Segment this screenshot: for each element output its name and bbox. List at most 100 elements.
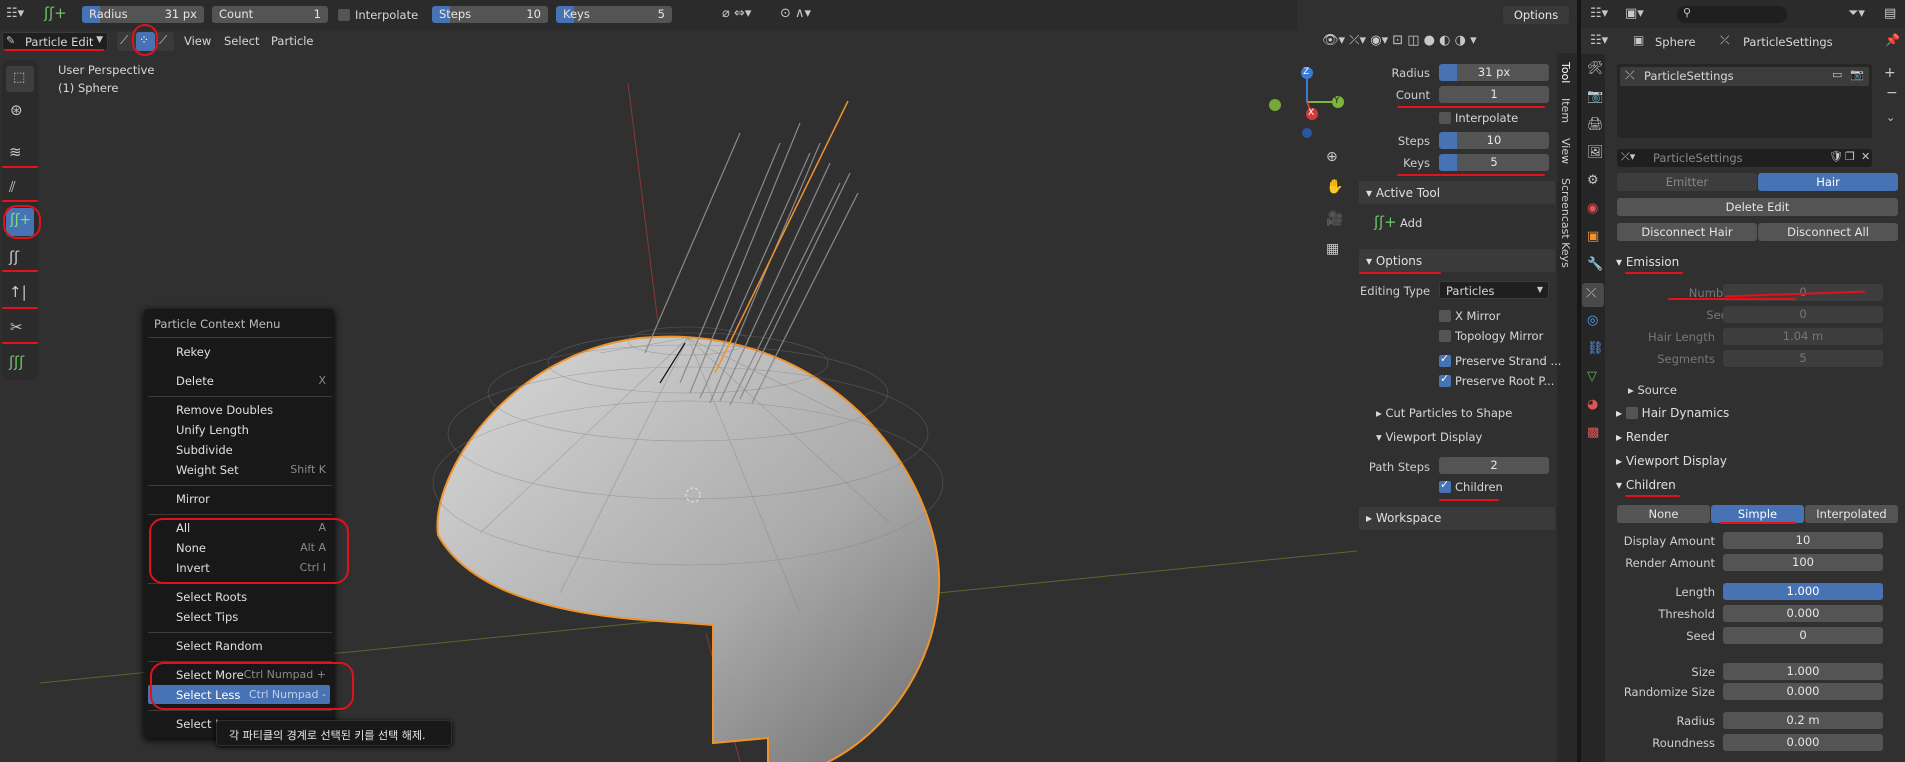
viewport-display-panel-header[interactable]: ▸ Viewport Display bbox=[1616, 454, 1727, 468]
camera-icon[interactable]: 🎥 bbox=[1326, 212, 1343, 226]
new-collection-icon[interactable]: ▤ bbox=[1884, 7, 1896, 20]
camera-icon[interactable]: 📷 bbox=[1850, 69, 1864, 80]
menu-item-select-roots[interactable]: Select Roots bbox=[176, 590, 326, 604]
radius-field[interactable]: 0.2 m bbox=[1723, 712, 1883, 729]
size-field[interactable]: 1.000 bbox=[1723, 663, 1883, 680]
render-panel-header[interactable]: ▸ Render bbox=[1616, 430, 1669, 444]
seed-field[interactable]: 0 bbox=[1723, 306, 1883, 323]
menu-select[interactable]: Select bbox=[224, 34, 259, 48]
child-mode-interpolated[interactable]: Interpolated bbox=[1805, 505, 1898, 523]
menu-item-weight-set[interactable]: Weight Set Shift K bbox=[176, 463, 326, 477]
pin-icon[interactable]: 📌 bbox=[1885, 34, 1900, 46]
fake-user-icon[interactable]: 🛡 bbox=[1829, 151, 1843, 162]
hair-dynamics-panel-header[interactable]: ▸ Hair Dynamics bbox=[1616, 406, 1729, 420]
hand-pan-icon[interactable]: ✋ bbox=[1326, 180, 1343, 194]
object-tab-icon[interactable]: ▣ bbox=[1587, 230, 1599, 243]
cut-particles-subpanel[interactable]: ▸ Cut Particles to Shape bbox=[1376, 406, 1512, 420]
grid-view-icon[interactable]: ▦ bbox=[1326, 242, 1339, 256]
select-tool-button[interactable]: ⬚ bbox=[6, 66, 34, 92]
roundness-field[interactable]: 0.000 bbox=[1723, 734, 1883, 751]
disconnect-all-button[interactable]: Disconnect All bbox=[1758, 223, 1898, 241]
np-steps-field[interactable]: 10 bbox=[1439, 132, 1549, 149]
puff-tool-icon[interactable]: ↑| bbox=[9, 285, 27, 300]
disconnect-hair-button[interactable]: Disconnect Hair bbox=[1617, 223, 1757, 241]
length-tool-icon[interactable]: ʃʃ bbox=[9, 250, 19, 265]
np-interpolate-checkbox[interactable] bbox=[1439, 112, 1451, 124]
particle-system-list-item[interactable]: ⤫ ParticleSettings ▭ 📷 bbox=[1620, 67, 1869, 86]
np-radius-field[interactable]: 31 px bbox=[1439, 64, 1549, 81]
outliner-editor-type-icon[interactable]: ☷▾ bbox=[1590, 7, 1608, 20]
path-steps-field[interactable]: 2 bbox=[1439, 457, 1549, 474]
source-subpanel[interactable]: ▸ Source bbox=[1628, 383, 1677, 397]
emitter-button[interactable]: Emitter bbox=[1617, 173, 1757, 191]
x-mirror-checkbox[interactable] bbox=[1439, 310, 1451, 322]
render-amount-field[interactable]: 100 bbox=[1723, 554, 1883, 571]
settings-datablock[interactable]: ⤫▾ ParticleSettings 🛡 ❐ ✕ bbox=[1617, 149, 1872, 167]
remove-slot-icon[interactable]: − bbox=[1886, 86, 1898, 100]
filter-icon[interactable]: ⏷▾ bbox=[1848, 7, 1865, 20]
top-keys-field[interactable]: Keys 5 bbox=[556, 6, 672, 23]
menu-item-select-random[interactable]: Select Random bbox=[176, 639, 326, 653]
properties-editor-type-icon[interactable]: ☷▾ bbox=[1590, 34, 1608, 47]
proportional-icon[interactable]: ⊙ ∧▾ bbox=[780, 7, 811, 20]
add-slot-icon[interactable]: + bbox=[1884, 66, 1896, 80]
preserve-strand-checkbox[interactable] bbox=[1439, 352, 1451, 367]
hair-dynamics-checkbox[interactable] bbox=[1625, 407, 1638, 419]
particles-tab-active[interactable]: ⤫ bbox=[1582, 283, 1604, 307]
nav-gizmo[interactable]: Z Y X bbox=[1265, 65, 1345, 140]
menu-item-remove-doubles[interactable]: Remove Doubles bbox=[176, 403, 326, 417]
children-panel-header[interactable]: ▾ Children bbox=[1616, 478, 1676, 492]
seed2-field[interactable]: 0 bbox=[1723, 627, 1883, 644]
constraints-tab-icon[interactable]: ⛓ bbox=[1587, 342, 1604, 355]
smooth-tool-icon[interactable]: ⫽ bbox=[9, 180, 16, 195]
zoom-icon[interactable]: ⊕ bbox=[1326, 150, 1338, 164]
randomize-size-field[interactable]: 0.000 bbox=[1723, 683, 1883, 700]
physics-tab-icon[interactable]: ◎ bbox=[1587, 314, 1598, 327]
top-count-field[interactable]: Count 1 bbox=[212, 6, 328, 23]
cut-tool-icon[interactable]: ✂ bbox=[10, 320, 23, 335]
monitor-icon[interactable]: ▭ bbox=[1832, 69, 1842, 80]
emission-panel-header[interactable]: ▾ Emission bbox=[1616, 255, 1679, 269]
delete-edit-button[interactable]: Delete Edit bbox=[1617, 198, 1898, 216]
tool-tab-icon[interactable]: 🛠 bbox=[1587, 62, 1604, 75]
top-radius-field[interactable]: Radius 31 px bbox=[82, 6, 204, 23]
preserve-root-checkbox[interactable] bbox=[1439, 372, 1451, 387]
display-mode-icon[interactable]: ▣▾ bbox=[1625, 7, 1644, 20]
data-tab-icon[interactable]: ▽ bbox=[1587, 370, 1597, 383]
snap-icon[interactable]: ⌀ ⇔▾ bbox=[722, 7, 751, 20]
tab-view[interactable]: View bbox=[1559, 138, 1572, 164]
child-mode-none[interactable]: None bbox=[1617, 505, 1710, 523]
np-count-field[interactable]: 1 bbox=[1439, 86, 1549, 103]
output-tab-icon[interactable]: 🖨 bbox=[1587, 118, 1604, 131]
menu-item-mirror[interactable]: Mirror bbox=[176, 492, 326, 506]
topology-mirror-checkbox[interactable] bbox=[1439, 330, 1451, 342]
hair-button[interactable]: Hair bbox=[1758, 173, 1898, 191]
editor-type-icon[interactable]: ☷▾ bbox=[6, 7, 24, 20]
texture-tab-icon[interactable]: ▩ bbox=[1587, 426, 1599, 439]
list-menu-icon[interactable]: ⌄ bbox=[1886, 112, 1895, 123]
tab-item[interactable]: Item bbox=[1559, 98, 1572, 123]
menu-item-unify-length[interactable]: Unify Length bbox=[176, 423, 326, 437]
cursor-tool-icon[interactable]: ⊛ bbox=[10, 103, 23, 118]
menu-item-select-tips[interactable]: Select Tips bbox=[176, 610, 326, 624]
viewport-overlays-icons[interactable]: 👁▾ ⤫▾ ◉▾ ⊡ ◫ ● ◐ ◑ ▾ bbox=[1322, 34, 1477, 47]
np-keys-field[interactable]: 5 bbox=[1439, 154, 1549, 171]
top-steps-field[interactable]: Steps 10 bbox=[432, 6, 548, 23]
duplicate-icon[interactable]: ❐ bbox=[1845, 151, 1855, 162]
outliner-search-input[interactable]: ⚲ bbox=[1677, 6, 1787, 23]
world-tab-icon[interactable]: ◉ bbox=[1587, 202, 1598, 215]
hair-length-field[interactable]: 1.04 m bbox=[1723, 328, 1883, 345]
material-tab-icon[interactable]: ◕ bbox=[1587, 398, 1598, 411]
weight-tool-icon[interactable]: ʃʃʃ bbox=[9, 355, 24, 370]
children-checkbox[interactable] bbox=[1439, 478, 1451, 493]
tab-screencast-keys[interactable]: Screencast Keys bbox=[1559, 178, 1572, 268]
length-field[interactable]: 1.000 bbox=[1723, 583, 1883, 600]
tab-tool[interactable]: Tool bbox=[1559, 62, 1572, 83]
segments-field[interactable]: 5 bbox=[1723, 350, 1883, 367]
threshold-field[interactable]: 0.000 bbox=[1723, 605, 1883, 622]
menu-item-delete[interactable]: Delete X bbox=[176, 374, 326, 388]
child-mode-simple[interactable]: Simple bbox=[1711, 505, 1804, 523]
display-amount-field[interactable]: 10 bbox=[1723, 532, 1883, 549]
editing-type-dropdown[interactable]: Particles ▼ bbox=[1439, 281, 1549, 299]
view-layer-tab-icon[interactable]: 🖼 bbox=[1587, 146, 1604, 159]
